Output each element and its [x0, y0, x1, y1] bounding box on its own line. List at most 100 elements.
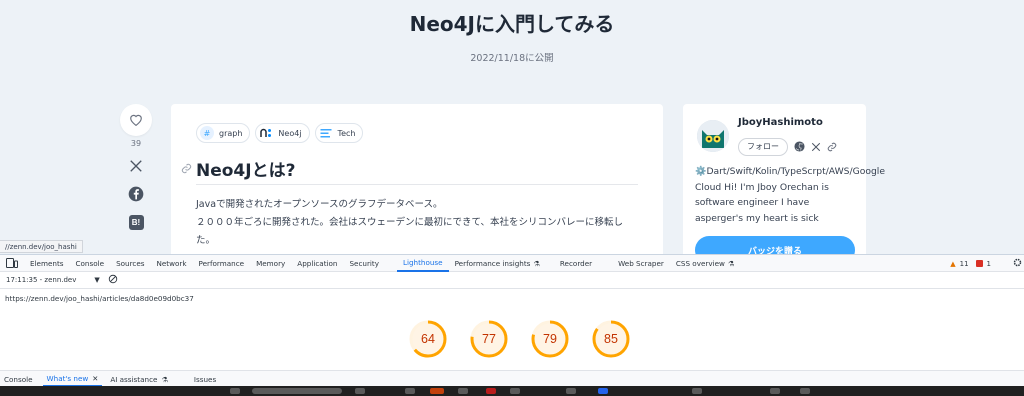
- link-icon[interactable]: [827, 137, 837, 156]
- tag-label: Tech: [337, 128, 356, 138]
- score-gauge[interactable]: 64: [408, 319, 448, 359]
- follow-button[interactable]: フォロー: [738, 137, 788, 156]
- score-value: 77: [482, 332, 496, 346]
- tab-console[interactable]: Console: [70, 255, 111, 272]
- report-select[interactable]: 17:11:35 - zenn.dev: [6, 276, 76, 284]
- side-actions: 39 B!: [120, 104, 152, 230]
- facebook-share-icon[interactable]: [128, 186, 144, 202]
- score-gauges: 64 77 79 85: [408, 319, 631, 359]
- author-name[interactable]: JboyHashimoto: [738, 117, 823, 128]
- heart-icon: [129, 111, 143, 130]
- github-icon[interactable]: [794, 137, 805, 156]
- tab-security[interactable]: Security: [343, 255, 385, 272]
- tab-elements[interactable]: Elements: [24, 255, 70, 272]
- close-icon[interactable]: ✕: [92, 374, 98, 383]
- link-icon[interactable]: [181, 159, 192, 178]
- score-value: 64: [421, 332, 435, 346]
- send-badge-button[interactable]: バッジを贈る: [695, 236, 855, 254]
- drawer-tab-issues[interactable]: Issues: [190, 371, 220, 387]
- taskbar-app[interactable]: [566, 388, 576, 394]
- avatar[interactable]: [697, 120, 729, 152]
- score-value: 79: [543, 332, 557, 346]
- neo4j-logo-icon: [259, 126, 273, 140]
- chevron-down-icon[interactable]: ▼: [94, 276, 99, 284]
- tag-label: graph: [219, 128, 243, 138]
- score-value: 85: [604, 332, 618, 346]
- tab-lighthouse[interactable]: Lighthouse: [396, 255, 449, 272]
- experiment-flask-icon: ⚗: [727, 258, 735, 268]
- hatena-bookmark-icon[interactable]: B!: [128, 214, 144, 230]
- tab-label: Performance insights: [454, 258, 531, 268]
- os-taskbar: [0, 386, 1024, 396]
- devtools-status: ▲ 11 1: [950, 255, 1024, 272]
- taskbar-app[interactable]: [598, 388, 608, 394]
- devtools-drawer-tabs: Console What's new ✕ AI assistance ⚗ Iss…: [0, 370, 1024, 387]
- warning-count[interactable]: 11: [960, 260, 969, 268]
- tab-label: What's new: [46, 373, 89, 383]
- devtools-panel: Elements Console Sources Network Perform…: [0, 254, 1024, 387]
- tab-performance-insights[interactable]: Performance insights ⚗: [449, 255, 546, 272]
- tag-graph[interactable]: # graph: [196, 123, 251, 143]
- taskbar-app[interactable]: [800, 388, 810, 394]
- tab-web-scraper[interactable]: Web Scraper: [612, 255, 670, 272]
- tag-list: # graph Neo4j Tech: [196, 123, 364, 143]
- settings-gear-icon[interactable]: [1013, 258, 1022, 269]
- author-bio: ⚙️Dart/Swift/Kolin/TypeScrpt/AWS/Google …: [695, 166, 885, 224]
- lighthouse-toolbar: 17:11:35 - zenn.dev ▼: [0, 272, 1024, 289]
- tab-sources[interactable]: Sources: [110, 255, 150, 272]
- author-actions: フォロー: [738, 137, 837, 156]
- tab-network[interactable]: Network: [151, 255, 193, 272]
- devtools-tab-bar: Elements Console Sources Network Perform…: [0, 255, 1024, 272]
- tab-memory[interactable]: Memory: [250, 255, 291, 272]
- taskbar-app[interactable]: [230, 388, 240, 394]
- device-toggle-icon[interactable]: [0, 255, 24, 272]
- tab-application[interactable]: Application: [291, 255, 343, 272]
- taskbar-app[interactable]: [430, 388, 444, 394]
- paragraph: Javaで開発されたオープンソースのグラフデータベース。: [196, 199, 443, 210]
- score-gauge[interactable]: 79: [530, 319, 570, 359]
- tab-recorder[interactable]: Recorder: [554, 255, 598, 272]
- x-icon[interactable]: [811, 137, 821, 156]
- tag-tech[interactable]: Tech: [314, 123, 364, 143]
- article-card: # graph Neo4j Tech Neo4Jとは? Javaで開発されたオー…: [171, 104, 663, 254]
- experiment-flask-icon: ⚗: [533, 258, 540, 268]
- article-title: Neo4Jに入門してみる: [409, 12, 615, 36]
- tab-label: CSS overview: [675, 258, 725, 268]
- like-button[interactable]: [120, 104, 152, 136]
- score-gauge[interactable]: 77: [469, 319, 509, 359]
- article-page: Neo4Jに入門してみる 2022/11/18に公開 39 B! # graph: [0, 0, 1024, 254]
- published-date: 2022/11/18に公開: [470, 53, 554, 64]
- x-share-icon[interactable]: [128, 158, 144, 174]
- warning-icon[interactable]: ▲: [950, 260, 955, 268]
- link-url-tooltip: //zenn.dev/joo_hashi: [0, 240, 83, 253]
- drawer-tab-console[interactable]: Console: [0, 371, 37, 387]
- drawer-tab-whats-new[interactable]: What's new ✕: [42, 371, 103, 387]
- tab-performance[interactable]: Performance: [193, 255, 251, 272]
- taskbar-app[interactable]: [510, 388, 520, 394]
- tech-icon: [319, 126, 333, 140]
- heading-divider: [196, 184, 638, 185]
- tab-css-overview[interactable]: CSS overview ⚗: [670, 255, 740, 272]
- author-card: JboyHashimoto フォロー ⚙️Dart/Swift/Kolin/Ty…: [683, 104, 885, 254]
- clear-icon[interactable]: [108, 274, 118, 286]
- taskbar-app[interactable]: [770, 388, 780, 394]
- section-heading-text: Neo4Jとは?: [196, 161, 296, 181]
- taskbar-app[interactable]: [486, 388, 496, 394]
- tag-neo4j[interactable]: Neo4j: [255, 123, 310, 143]
- paragraph: ２０００年ごろに開発された。会社はスウェーデンに最初にできて、本社をシリコンバレ…: [196, 217, 624, 246]
- experiment-flask-icon: ⚗: [161, 374, 168, 384]
- taskbar-app[interactable]: [458, 388, 468, 394]
- taskbar-search[interactable]: [252, 388, 342, 394]
- article-body: Javaで開発されたオープンソースのグラフデータベース。 ２０００年ごろに開発さ…: [196, 196, 641, 250]
- error-count[interactable]: 1: [987, 260, 991, 268]
- error-icon[interactable]: [975, 260, 983, 267]
- hash-icon: #: [200, 126, 214, 140]
- score-gauge[interactable]: 85: [591, 319, 631, 359]
- like-count: 39: [130, 139, 142, 148]
- section-heading: Neo4Jとは?: [181, 156, 295, 181]
- drawer-tab-ai-assistance[interactable]: AI assistance ⚗: [106, 371, 172, 387]
- taskbar-app[interactable]: [692, 388, 702, 394]
- tag-label: Neo4j: [278, 128, 302, 138]
- taskbar-app[interactable]: [405, 388, 415, 394]
- taskbar-app[interactable]: [355, 388, 365, 394]
